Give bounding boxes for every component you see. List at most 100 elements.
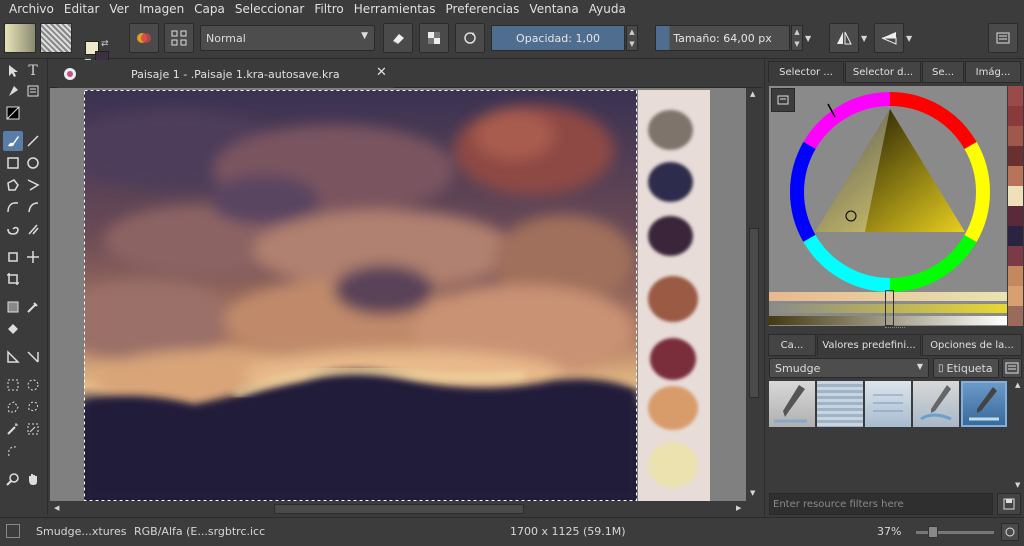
canvas-viewport[interactable] [50, 88, 746, 501]
menu-capa[interactable]: Capa [189, 2, 230, 16]
calligraphy-tool[interactable] [23, 81, 43, 101]
scroll-down-icon[interactable]: ▼ [1015, 481, 1020, 489]
preset-smudge-texture-1[interactable] [817, 381, 863, 427]
history-swatch-8[interactable] [1008, 246, 1023, 266]
tab-color-selector[interactable]: Selector ... [768, 61, 844, 83]
swap-colors-icon[interactable]: ⇄ [101, 39, 109, 49]
scroll-up-icon[interactable]: ▲ [750, 90, 755, 98]
mirror-horizontal-dropdown-icon[interactable]: ▼ [861, 34, 867, 43]
select-shapes-tool[interactable] [3, 61, 23, 81]
opacity-stepper[interactable]: ▲ ▼ [626, 25, 638, 51]
swatch-2[interactable] [648, 216, 693, 256]
line-tool[interactable] [23, 131, 43, 151]
preset-smudge-selected[interactable] [961, 381, 1007, 427]
brush-settings-button[interactable] [164, 23, 194, 53]
swatch-5[interactable] [648, 386, 698, 430]
vertical-scrollbar[interactable]: ▲ ▼ [746, 88, 762, 501]
preset-smudge-texture-2[interactable] [865, 381, 911, 427]
swatch-6[interactable] [648, 442, 698, 488]
presets-view-menu-button[interactable] [1002, 358, 1022, 378]
dock-splitter[interactable] [885, 327, 905, 331]
menu-preferencias[interactable]: Preferencias [441, 2, 525, 16]
mirror-vertical-button[interactable] [874, 23, 904, 53]
swatch-3[interactable] [648, 276, 698, 322]
edit-shapes-tool[interactable] [3, 81, 23, 101]
polyline-tool[interactable] [23, 175, 43, 195]
history-swatch-7[interactable] [1008, 226, 1023, 246]
pan-tool[interactable] [23, 469, 43, 489]
swatch-4[interactable] [650, 338, 696, 380]
gradient-selector[interactable] [4, 23, 36, 53]
tab-tool-options[interactable]: Opciones de la... [922, 334, 1022, 356]
resource-filter-input[interactable]: Enter resource filters here [769, 493, 993, 515]
scroll-down-icon[interactable]: ▼ [750, 489, 755, 497]
bezier-selection-tool[interactable] [3, 441, 23, 461]
crop-tool[interactable] [3, 269, 23, 289]
document-tab[interactable]: Paisaje 1 - .Paisaje 1.kra-autosave.kra … [58, 60, 394, 88]
rectangle-tool[interactable] [3, 153, 23, 173]
opacity-slider[interactable]: Opacidad: 1,00 [491, 25, 625, 51]
polygonal-selection-tool[interactable] [3, 397, 23, 417]
slider-handle[interactable] [885, 290, 894, 326]
size-slider[interactable]: Tamaño: 64,00 px [655, 25, 790, 51]
history-swatch-4[interactable] [1008, 166, 1023, 186]
history-swatch-9[interactable] [1008, 266, 1023, 286]
painting-canvas[interactable] [84, 90, 637, 501]
tab-brush-presets[interactable]: Valores predefini... [817, 334, 921, 356]
rectangular-selection-tool[interactable] [3, 375, 23, 395]
mirror-horizontal-button[interactable] [829, 23, 859, 53]
freehand-path-tool[interactable] [23, 197, 43, 217]
menu-ver[interactable]: Ver [104, 2, 134, 16]
history-swatch-3[interactable] [1008, 146, 1023, 166]
preserve-alpha-button[interactable] [419, 23, 449, 53]
tag-filter-button[interactable]: ▯ Etiqueta [933, 358, 999, 378]
menu-seleccionar[interactable]: Seleccionar [230, 2, 309, 16]
color-picker-tool[interactable] [23, 297, 43, 317]
history-swatch-2[interactable] [1008, 126, 1023, 146]
text-tool[interactable]: T [23, 61, 43, 81]
eraser-mode-button[interactable] [383, 23, 413, 53]
history-swatch-0[interactable] [1008, 86, 1023, 106]
close-icon[interactable]: ✕ [376, 65, 387, 80]
tab-ca[interactable]: Ca... [768, 334, 816, 356]
tab-se[interactable]: Se... [922, 61, 964, 83]
menu-ventana[interactable]: Ventana [524, 2, 583, 16]
brush-preset-button[interactable] [129, 23, 159, 53]
rotate-canvas-button[interactable] [1001, 523, 1019, 541]
bezier-tool[interactable] [3, 197, 23, 217]
horizontal-scroll-thumb[interactable] [274, 504, 524, 514]
freehand-selection-tool[interactable] [23, 397, 43, 417]
swatch-0[interactable] [648, 110, 693, 150]
toolbar-more-icon[interactable]: ▼ [805, 34, 811, 43]
pattern-selector[interactable] [40, 23, 72, 53]
elliptical-selection-tool[interactable] [23, 375, 43, 395]
tab-selector-d[interactable]: Selector d... [845, 61, 921, 83]
swatch-1[interactable] [648, 162, 693, 202]
tab-images[interactable]: Imág... [965, 61, 1021, 83]
save-filter-button[interactable] [997, 493, 1021, 515]
vertical-scroll-thumb[interactable] [749, 228, 759, 398]
freehand-brush-tool[interactable] [3, 131, 23, 151]
menu-filtro[interactable]: Filtro [309, 2, 348, 16]
brush-category-select[interactable]: Smudge ▼ [769, 358, 929, 378]
multibrush-tool[interactable] [23, 219, 43, 239]
blend-mode-select[interactable]: Normal ▼ [200, 25, 375, 51]
menu-editar[interactable]: Editar [59, 2, 105, 16]
scroll-left-icon[interactable]: ◀ [54, 504, 59, 512]
preset-smudge-pencil[interactable] [913, 381, 959, 427]
zoom-slider-handle[interactable] [928, 526, 938, 538]
similar-selection-tool[interactable] [23, 419, 43, 439]
preset-smudge-blade[interactable] [769, 381, 815, 427]
crop-transform-tool[interactable] [3, 247, 23, 267]
history-swatch-10[interactable] [1008, 286, 1023, 306]
menu-archivo[interactable]: Archivo [0, 2, 59, 16]
menu-ayuda[interactable]: Ayuda [584, 2, 631, 16]
history-swatch-1[interactable] [1008, 106, 1023, 126]
contiguous-selection-tool[interactable] [3, 419, 23, 439]
scroll-up-icon[interactable]: ▲ [1015, 381, 1020, 389]
history-swatch-5[interactable] [1008, 186, 1023, 206]
move-tool[interactable] [23, 247, 43, 267]
history-swatch-11[interactable] [1008, 306, 1023, 326]
assistant-tool[interactable] [23, 347, 43, 367]
menu-herramientas[interactable]: Herramientas [349, 2, 441, 16]
